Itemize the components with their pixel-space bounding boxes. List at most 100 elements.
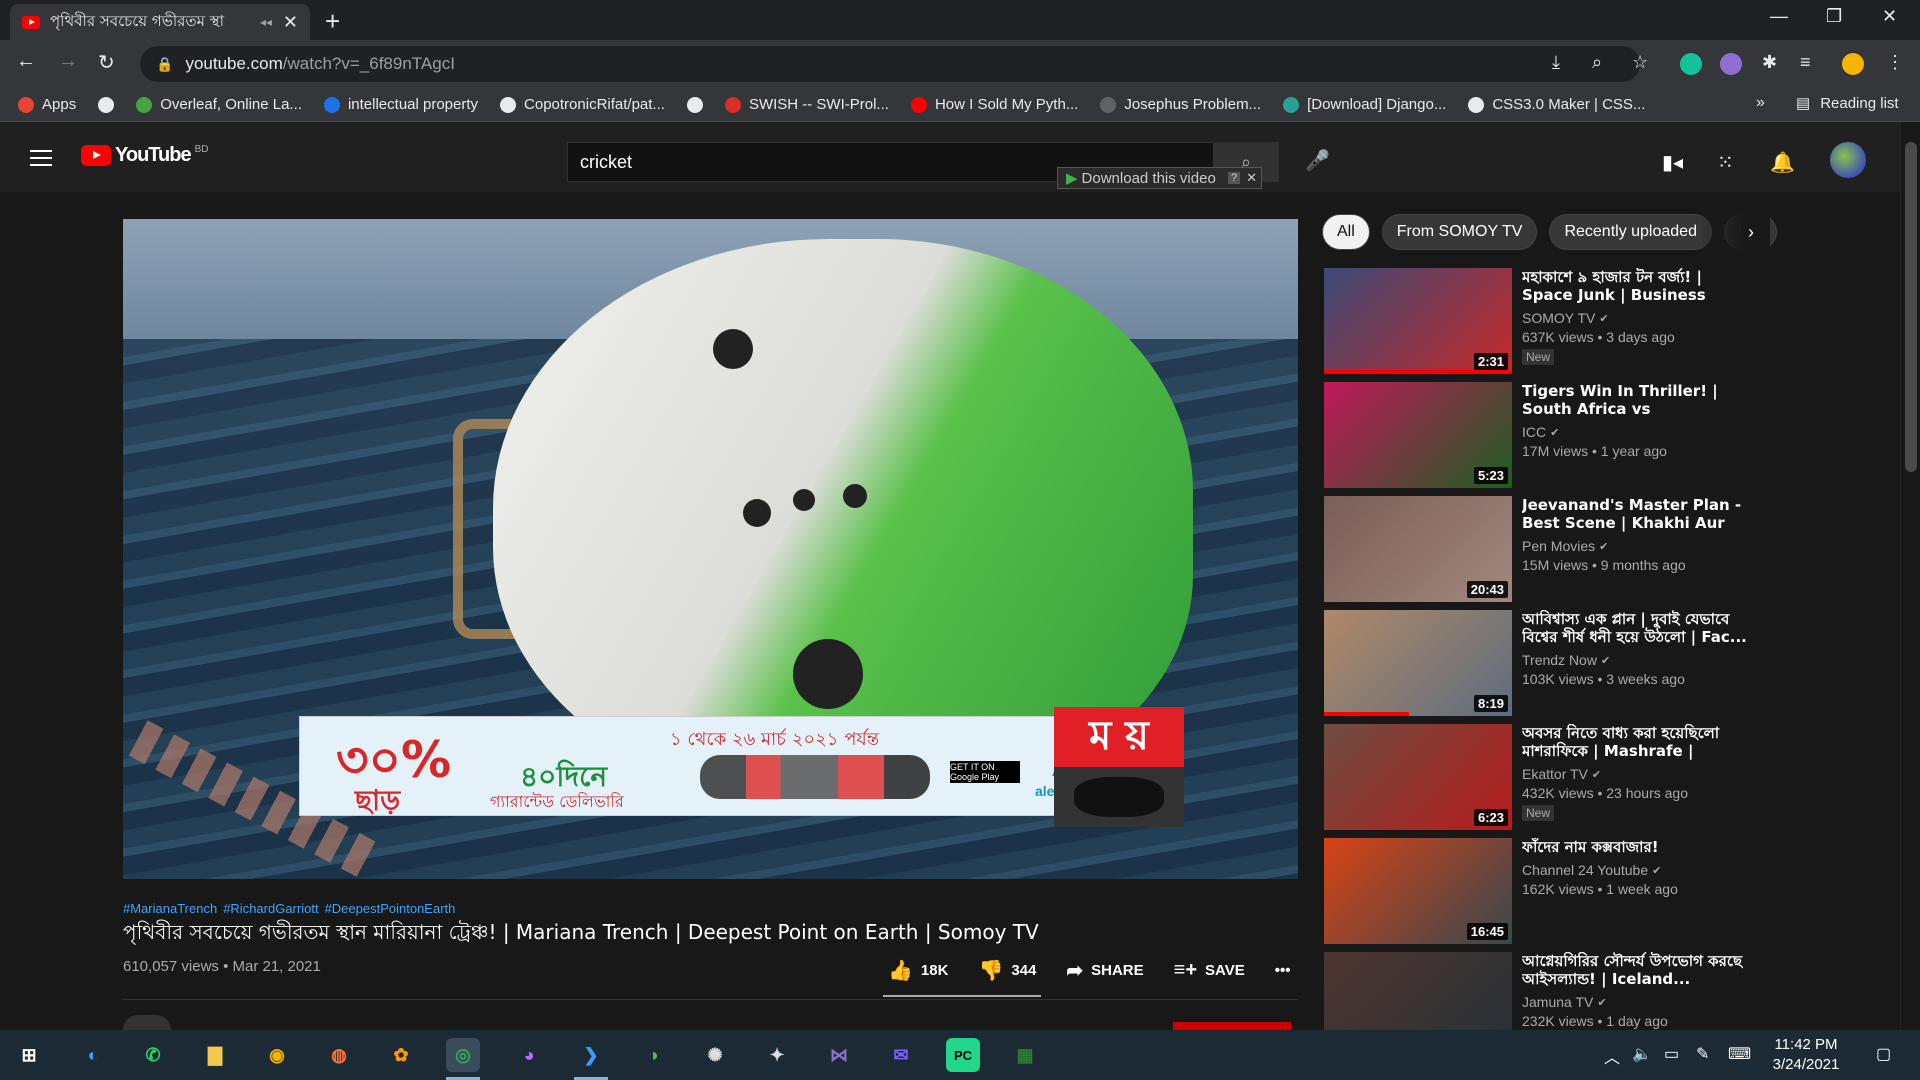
recommendation-item[interactable]: 20:43 Jeevanand's Master Plan - Best Scen…	[1324, 496, 1744, 602]
video-thumbnail[interactable]: 2:31	[1324, 268, 1512, 374]
pen-icon[interactable]: ✎	[1696, 1044, 1709, 1064]
bookmark-item[interactable]: CopotronicRifat/pat...	[500, 96, 665, 113]
video-thumbnail[interactable]: 8:19	[1324, 610, 1512, 716]
bookmark-item[interactable]: Apps	[18, 96, 76, 113]
recommendation-title[interactable]: মহাকাশে ৯ হাজার টন বর্জ্য! | Space Junk …	[1522, 268, 1752, 304]
bookmark-item[interactable]: Josephus Problem...	[1100, 96, 1261, 113]
back-icon[interactable]: ←	[16, 50, 36, 73]
recommendation-title[interactable]: আবিশ্বাস্য এক প্লান | দুবাই যেভাবে বিশ্ব…	[1522, 610, 1752, 646]
tab-close-icon[interactable]: ✕	[283, 12, 298, 33]
recommendation-channel[interactable]: Jamuna TV ✔	[1522, 994, 1752, 1010]
recommendation-channel[interactable]: Ekattor TV ✔	[1522, 766, 1752, 782]
window-close-icon[interactable]: ✕	[1882, 6, 1897, 27]
profile-avatar[interactable]	[1842, 53, 1864, 75]
download-close-icon[interactable]: ✕	[1246, 170, 1257, 186]
page-scrollbar[interactable]	[1900, 122, 1920, 1030]
notification-center-icon[interactable]: ▢	[1876, 1044, 1891, 1064]
recommendation-channel[interactable]: Trendz Now ✔	[1522, 652, 1752, 668]
bookmark-item[interactable]	[686, 96, 703, 113]
recommendation-item[interactable]: 5:23 Tigers Win In Thriller! | South Afri…	[1324, 382, 1744, 488]
bookmark-star-icon[interactable]: ☆	[1632, 52, 1648, 73]
recommendation-title[interactable]: আগ্নেয়গিরির সৌন্দর্য উপভোগ করছে আইসল্যা…	[1522, 952, 1752, 988]
browser-tab[interactable]: পৃথিবীর সবচেয়ে গভীরতম স্থা ◂◂ ✕	[10, 4, 310, 40]
chrome-icon[interactable]: ◎	[446, 1038, 480, 1080]
visual-studio-icon[interactable]: ⋈	[822, 1038, 856, 1072]
app-icon[interactable]: ✦	[760, 1038, 794, 1072]
app-icon[interactable]: ✿	[384, 1038, 418, 1072]
reload-icon[interactable]: ↻	[98, 50, 115, 75]
recommendation-channel[interactable]: SOMOY TV ✔	[1522, 310, 1752, 326]
scrollbar-thumb[interactable]	[1905, 142, 1917, 472]
create-video-icon[interactable]: ▮◂	[1662, 150, 1683, 175]
save-button[interactable]: ≡+ SAVE	[1174, 959, 1245, 982]
dislike-button[interactable]: 👎 344	[978, 958, 1036, 983]
recommendation-item[interactable]: 6:23 অবসর নিতে বাধ্য করা হয়েছিলো মাশরাফি…	[1324, 724, 1744, 830]
apps-grid-icon[interactable]: ⁙	[1717, 150, 1734, 175]
windows-start-icon[interactable]: ⊞	[12, 1038, 46, 1072]
video-overlay-ad[interactable]: ৩০% ছাড় ১ থেকে ২৬ মার্চ ২০২১ পর্যন্ত ৪০…	[299, 716, 1115, 817]
media-control-icon[interactable]: ≡	[1800, 52, 1811, 73]
video-thumbnail[interactable]: 6:23	[1324, 724, 1512, 830]
microphone-icon[interactable]: 🎤	[1305, 148, 1330, 173]
hashtag-link[interactable]: #MarianaTrench	[123, 901, 217, 916]
extension-icon[interactable]	[1720, 53, 1742, 75]
forward-icon[interactable]: →	[58, 50, 78, 73]
recommendation-title[interactable]: Tigers Win In Thriller! | South Africa v…	[1522, 382, 1752, 418]
network-icon[interactable]: ▭	[1664, 1044, 1679, 1064]
recommendation-item[interactable]: 8:19 আবিশ্বাস্য এক প্লান | দুবাই যেভাবে ব…	[1324, 610, 1747, 716]
chevron-right-icon[interactable]: ›	[1748, 222, 1754, 243]
app-icon[interactable]: ✺	[698, 1038, 732, 1072]
like-button[interactable]: 👍 18K	[888, 958, 948, 983]
channel-avatar[interactable]	[123, 1015, 171, 1030]
recommendation-channel[interactable]: ICC ✔	[1522, 424, 1752, 440]
tray-expand-icon[interactable]: ︿	[1604, 1044, 1620, 1068]
app-icon[interactable]: ◉	[260, 1038, 294, 1072]
volume-icon[interactable]: 🔈	[1632, 1044, 1652, 1064]
bookmark-item[interactable]: How I Sold My Pyth...	[910, 96, 1078, 113]
messenger-icon[interactable]: ✉	[884, 1038, 918, 1072]
bookmark-item[interactable]: [Download] Django...	[1283, 96, 1446, 113]
download-video-button[interactable]: ▶ Download this video ? ✕	[1057, 167, 1262, 189]
recommendation-item[interactable]: 2:31 মহাকাশে ৯ হাজার টন বর্জ্য! | Space J…	[1324, 268, 1744, 374]
video-thumbnail[interactable]: 5:23	[1324, 382, 1512, 488]
address-bar[interactable]: 🔒 youtube.com/watch?v=_6f89nTAgcI	[140, 46, 1640, 82]
chip-recently-uploaded[interactable]: Recently uploaded	[1549, 214, 1712, 250]
youtube-logo[interactable]: YouTube BD	[81, 144, 208, 167]
chip-all[interactable]: All	[1322, 214, 1370, 250]
firefox-icon[interactable]: ◍	[322, 1038, 356, 1072]
app-icon[interactable]: ◑	[636, 1038, 670, 1072]
chrome-menu-icon[interactable]: ⋮	[1886, 52, 1904, 73]
bookmark-item[interactable]: intellectual property	[323, 96, 478, 113]
hashtag-link[interactable]: #RichardGarriott	[223, 901, 318, 916]
recommendation-title[interactable]: ফাঁদের নাম কক্সবাজার!	[1522, 838, 1752, 856]
pycharm-icon[interactable]: PC	[946, 1038, 980, 1072]
install-icon[interactable]: ⤓	[1552, 52, 1560, 73]
video-thumbnail[interactable]: 16:45	[1324, 838, 1512, 944]
recommendation-title[interactable]: অবসর নিতে বাধ্য করা হয়েছিলো মাশরাফিকে |…	[1522, 724, 1752, 760]
new-tab-button[interactable]: +	[325, 6, 340, 37]
recommendation-title[interactable]: Jeevanand's Master Plan - Best Scene | K…	[1522, 496, 1752, 532]
google-play-badge[interactable]: GET IT ON Google Play	[950, 761, 1020, 783]
whatsapp-icon[interactable]: ✆	[136, 1038, 170, 1072]
vscode-icon[interactable]: ❯	[574, 1038, 608, 1080]
recommendation-channel[interactable]: Channel 24 Youtube ✔	[1522, 862, 1752, 878]
notifications-bell-icon[interactable]: 🔔	[1770, 150, 1795, 175]
taskbar-clock[interactable]: 11:42 PM 3/24/2021	[1756, 1035, 1856, 1075]
extensions-puzzle-icon[interactable]: ✱	[1762, 52, 1777, 73]
audio-icon[interactable]: ◂◂	[260, 15, 272, 29]
bookmarks-overflow-button[interactable]: »	[1756, 94, 1765, 112]
app-icon[interactable]: ▦	[1008, 1038, 1042, 1072]
more-actions-button[interactable]: •••	[1275, 962, 1291, 979]
reading-list-button[interactable]: ▤ Reading list	[1796, 94, 1899, 113]
zoom-icon[interactable]: ⌕	[1592, 52, 1602, 73]
bookmark-item[interactable]: CSS3.0 Maker | CSS...	[1468, 96, 1645, 113]
video-player[interactable]: ৩০% ছাড় ১ থেকে ২৬ মার্চ ২০২১ পর্যন্ত ৪০…	[123, 219, 1298, 879]
bookmark-item[interactable]: Overleaf, Online La...	[136, 96, 302, 113]
video-thumbnail[interactable]: 20:43	[1324, 496, 1512, 602]
grammarly-extension-icon[interactable]	[1680, 53, 1702, 75]
subscribe-button[interactable]	[1173, 1022, 1291, 1030]
lock-icon[interactable]: 🔒	[156, 56, 173, 73]
quicklook-app-icon[interactable]: ◐	[76, 1038, 110, 1072]
recommendation-channel[interactable]: Pen Movies ✔	[1522, 538, 1752, 554]
file-explorer-icon[interactable]: ▇	[198, 1038, 232, 1072]
